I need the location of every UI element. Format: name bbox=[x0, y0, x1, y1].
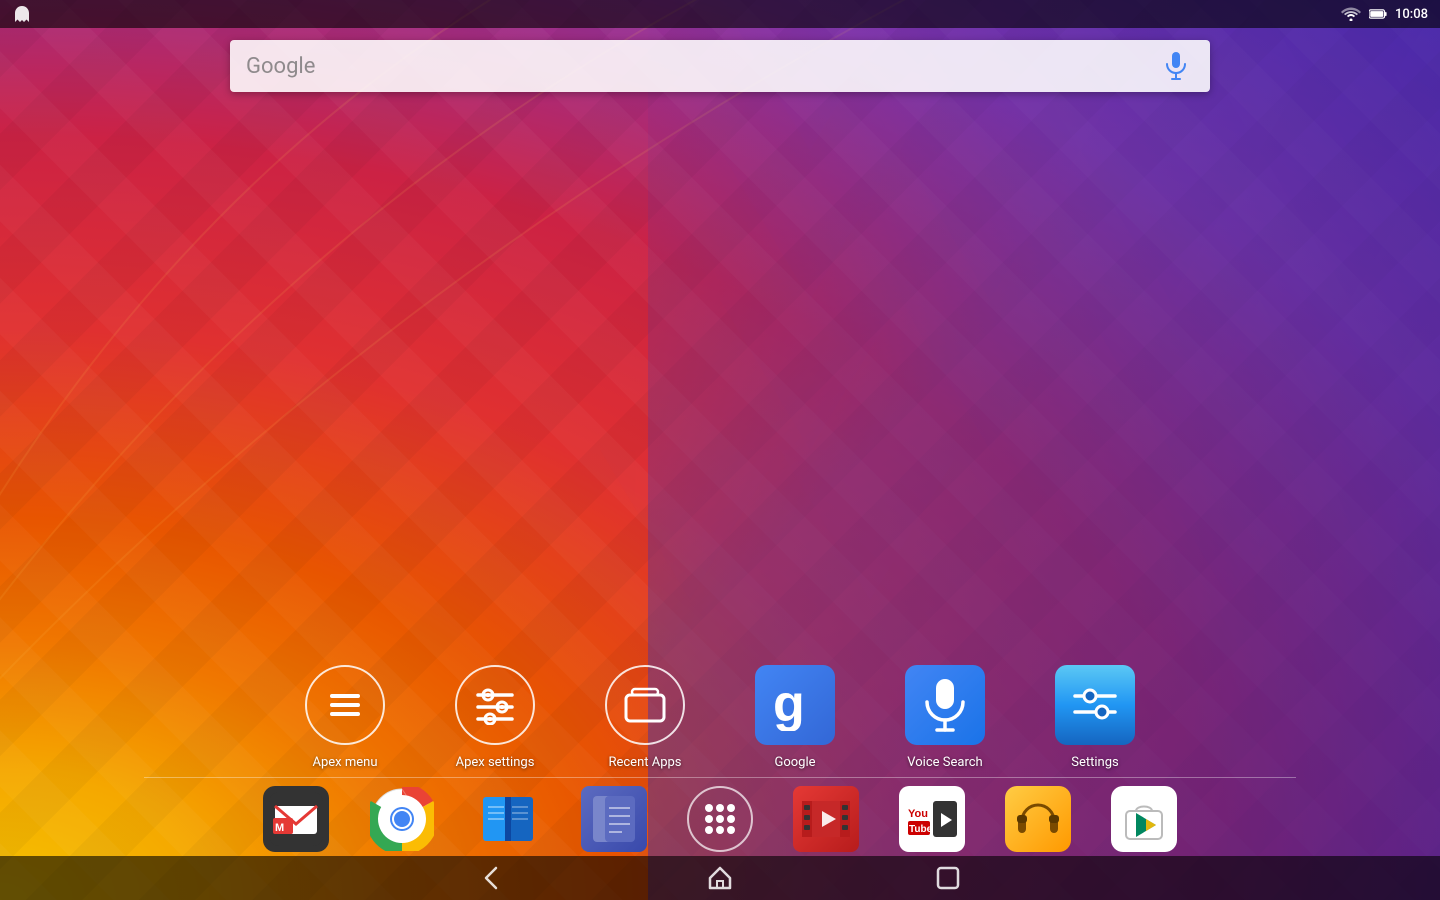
app-grid: Apex menu Apex settings R bbox=[305, 665, 1135, 770]
app-voice-search[interactable]: Voice Search bbox=[905, 665, 985, 770]
dock-film[interactable] bbox=[793, 786, 859, 852]
wifi-icon bbox=[1341, 7, 1361, 21]
dock-play-store[interactable] bbox=[1111, 786, 1177, 852]
dock-youtube[interactable]: You Tube bbox=[899, 786, 965, 852]
google-search-logo: Google bbox=[246, 54, 1158, 79]
apex-settings-icon bbox=[455, 665, 535, 745]
recent-apps-icon bbox=[605, 665, 685, 745]
voice-search-label: Voice Search bbox=[907, 755, 982, 770]
google-label: Google bbox=[774, 755, 815, 770]
status-time: 10:08 bbox=[1395, 7, 1428, 22]
ghost-icon bbox=[12, 5, 32, 23]
bottom-dock: M bbox=[263, 786, 1177, 852]
dock-app-drawer[interactable] bbox=[687, 786, 753, 852]
dock-notes[interactable] bbox=[581, 786, 647, 852]
dock-book[interactable] bbox=[475, 786, 541, 852]
app-apex-settings[interactable]: Apex settings bbox=[455, 665, 535, 770]
google-icon: g bbox=[755, 665, 835, 745]
apex-menu-label: Apex menu bbox=[313, 755, 378, 770]
dock-headphones[interactable] bbox=[1005, 786, 1071, 852]
status-bar: 10:08 bbox=[0, 0, 1440, 28]
nav-recents-button[interactable] bbox=[934, 864, 962, 892]
app-settings[interactable]: Settings bbox=[1055, 665, 1135, 770]
search-bar[interactable]: Google bbox=[230, 40, 1210, 92]
app-google[interactable]: g Google bbox=[755, 665, 835, 770]
dock-chrome[interactable] bbox=[369, 786, 435, 852]
nav-home-button[interactable] bbox=[706, 864, 734, 892]
svg-text:Tube: Tube bbox=[909, 824, 933, 835]
svg-text:You: You bbox=[908, 808, 928, 820]
battery-icon bbox=[1369, 8, 1387, 20]
svg-text:M: M bbox=[275, 822, 284, 834]
app-recent-apps[interactable]: Recent Apps bbox=[605, 665, 685, 770]
nav-back-button[interactable] bbox=[478, 864, 506, 892]
app-apex-menu[interactable]: Apex menu bbox=[305, 665, 385, 770]
voice-search-button[interactable] bbox=[1158, 48, 1194, 84]
dock-gmail[interactable]: M bbox=[263, 786, 329, 852]
dock-divider bbox=[144, 777, 1296, 778]
settings-label: Settings bbox=[1071, 755, 1118, 770]
recent-apps-label: Recent Apps bbox=[608, 755, 681, 770]
apex-settings-label: Apex settings bbox=[456, 755, 535, 770]
svg-text:g: g bbox=[773, 679, 805, 731]
apex-menu-icon bbox=[305, 665, 385, 745]
nav-bar bbox=[0, 856, 1440, 900]
voice-search-icon bbox=[905, 665, 985, 745]
settings-icon bbox=[1055, 665, 1135, 745]
